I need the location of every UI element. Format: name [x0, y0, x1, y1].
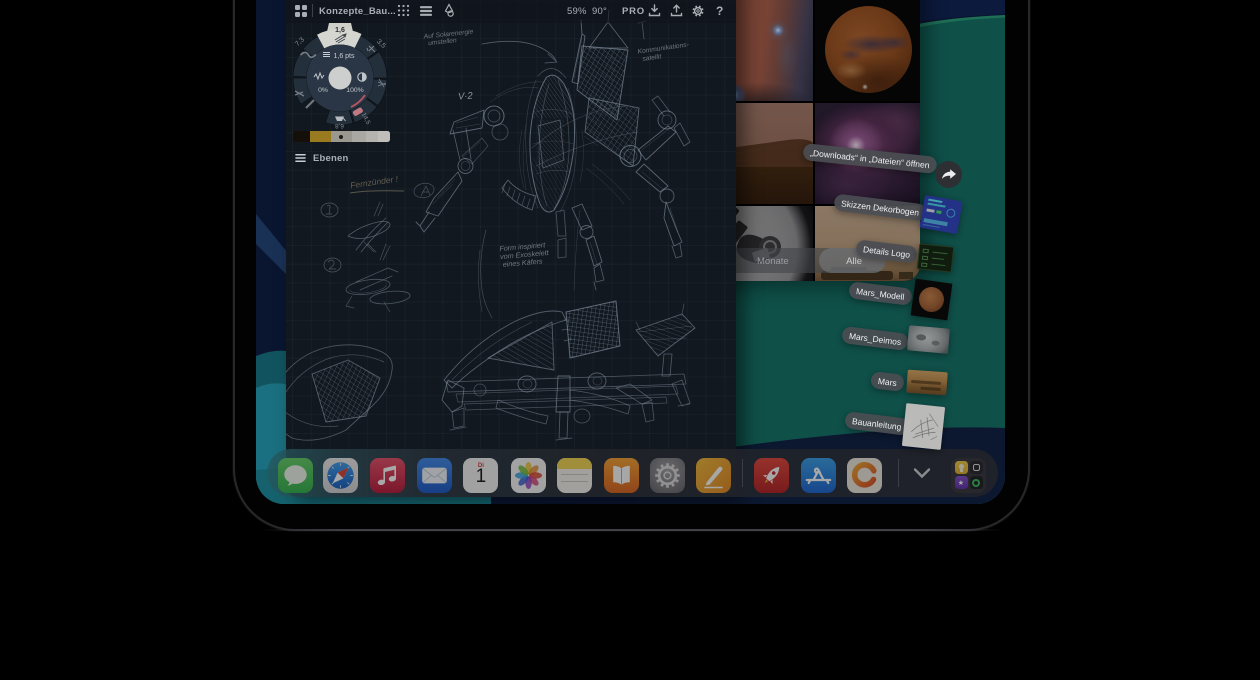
- svg-text:1,6 pts: 1,6 pts: [333, 53, 355, 60]
- svg-text:100%: 100%: [346, 87, 363, 94]
- svg-text:0%: 0%: [318, 87, 328, 94]
- svg-text:7,3: 7,3: [294, 36, 306, 48]
- svg-text:6,8: 6,8: [335, 122, 344, 129]
- svg-text:1,6: 1,6: [335, 27, 345, 34]
- svg-text:3,5: 3,5: [375, 38, 387, 50]
